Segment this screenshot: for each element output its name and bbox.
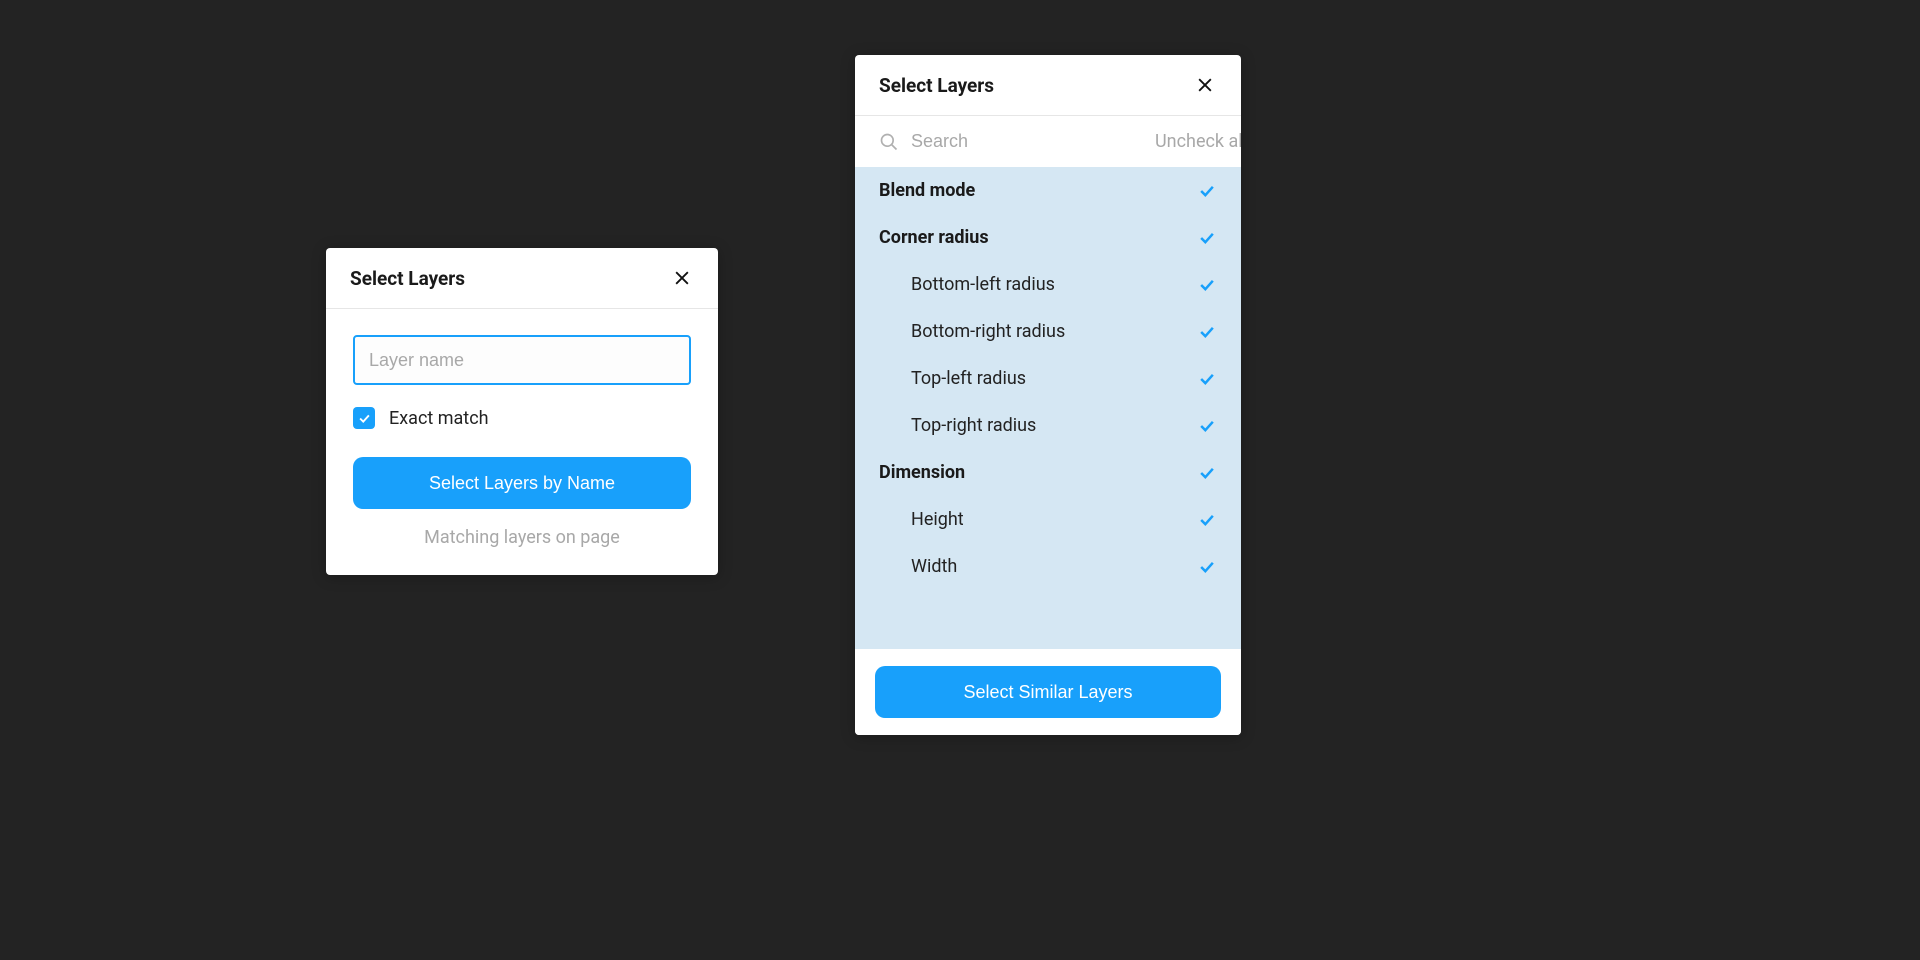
close-icon [1195, 75, 1215, 95]
check-icon [1197, 510, 1217, 530]
list-item-label: Blend mode [879, 180, 975, 201]
exact-match-checkbox[interactable] [353, 407, 375, 429]
list-item[interactable]: Top-right radius [855, 402, 1241, 449]
check-icon [1197, 228, 1217, 248]
search-row: Uncheck all [855, 116, 1241, 167]
select-layers-by-name-panel: Select Layers Exact match Select Layers … [326, 248, 718, 575]
search-input[interactable] [911, 131, 1143, 152]
close-icon [672, 268, 692, 288]
check-icon [1197, 557, 1217, 577]
check-icon [1197, 181, 1217, 201]
search-icon [879, 132, 899, 152]
select-by-name-button[interactable]: Select Layers by Name [353, 457, 691, 509]
panel-title: Select Layers [879, 74, 994, 97]
list-item-label: Top-right radius [879, 415, 1036, 436]
list-item[interactable]: Bottom-left radius [855, 261, 1241, 308]
close-button[interactable] [1193, 73, 1217, 97]
list-item-label: Width [879, 556, 957, 577]
list-item-label: Top-left radius [879, 368, 1026, 389]
select-similar-layers-panel: Select Layers Uncheck all Blend mode Corn… [855, 55, 1241, 735]
list-item[interactable]: Top-left radius [855, 355, 1241, 402]
check-icon [1197, 463, 1217, 483]
panel-header: Select Layers [855, 55, 1241, 116]
panel-footer: Select Similar Layers [855, 649, 1241, 735]
layer-name-input[interactable] [353, 335, 691, 385]
list-item-label: Height [879, 509, 964, 530]
check-icon [1197, 416, 1217, 436]
list-item-label: Corner radius [879, 227, 989, 248]
matching-hint: Matching layers on page [353, 527, 691, 548]
check-icon [1197, 275, 1217, 295]
panel-body: Exact match Select Layers by Name Matchi… [326, 309, 718, 575]
select-similar-button[interactable]: Select Similar Layers [875, 666, 1221, 718]
list-item[interactable]: Width [855, 543, 1241, 590]
exact-match-row[interactable]: Exact match [353, 407, 691, 429]
list-item[interactable]: Bottom-right radius [855, 308, 1241, 355]
list-item-label: Bottom-right radius [879, 321, 1065, 342]
list-item[interactable]: Height [855, 496, 1241, 543]
check-icon [1197, 369, 1217, 389]
panel-header: Select Layers [326, 248, 718, 309]
list-item[interactable]: Corner radius [855, 214, 1241, 261]
list-item[interactable]: Dimension [855, 449, 1241, 496]
uncheck-all-button[interactable]: Uncheck all [1155, 131, 1241, 152]
attribute-list[interactable]: Blend mode Corner radius Bottom-left radiu… [855, 167, 1241, 649]
checkmark-icon [357, 411, 372, 426]
list-item-label: Dimension [879, 462, 965, 483]
list-item[interactable]: Blend mode [855, 167, 1241, 214]
exact-match-label: Exact match [389, 408, 489, 429]
list-item-label: Bottom-left radius [879, 274, 1055, 295]
panel-title: Select Layers [350, 267, 465, 290]
check-icon [1197, 322, 1217, 342]
close-button[interactable] [670, 266, 694, 290]
